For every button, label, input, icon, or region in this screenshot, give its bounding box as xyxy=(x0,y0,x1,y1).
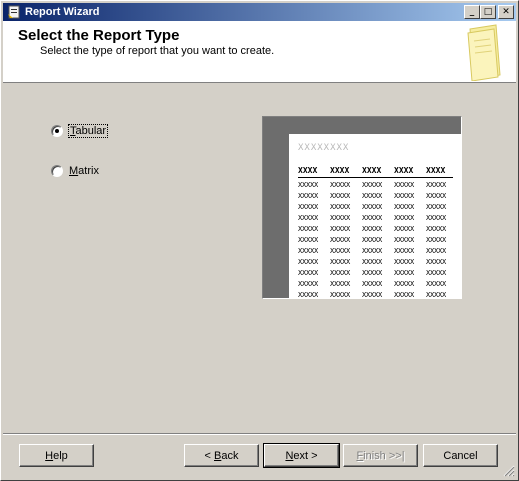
preview-cell: XXXXX xyxy=(298,181,319,189)
preview-page: XXXXXXXX XXXX XXXX XXXX XXXX XXXX XXXXX XXXXX… xyxy=(289,134,461,299)
radio-matrix-button[interactable] xyxy=(51,165,63,177)
preview-cell: XXXXX xyxy=(298,214,319,222)
preview-cell: XXXXX xyxy=(394,247,415,255)
close-button[interactable]: ✕ xyxy=(498,5,514,19)
preview-column-header: XXXX xyxy=(426,166,446,175)
finish-button: Finish >>| xyxy=(343,444,418,467)
preview-cell: XXXXX xyxy=(362,269,383,277)
preview-cell: XXXXX xyxy=(298,236,319,244)
preview-cell: XXXXX xyxy=(426,258,447,266)
preview-cell: XXXXX xyxy=(298,247,319,255)
preview-cell: XXXXX xyxy=(362,225,383,233)
preview-cell: XXXXX xyxy=(394,225,415,233)
preview-header-rule xyxy=(298,177,453,178)
help-button[interactable]: Help xyxy=(19,444,94,467)
preview-cell: XXXXX xyxy=(426,269,447,277)
radio-tabular[interactable]: Tabular xyxy=(51,124,109,138)
preview-cell: XXXXX xyxy=(330,181,351,189)
preview-cell: XXXXX xyxy=(330,280,351,288)
preview-cell: XXXXX xyxy=(362,214,383,222)
preview-cell: XXXXX xyxy=(298,291,319,299)
preview-column-header: XXXX xyxy=(298,166,318,175)
back-button[interactable]: < Back xyxy=(184,444,259,467)
preview-column-header: XXXX xyxy=(394,166,414,175)
preview-cell: XXXXX xyxy=(394,258,415,266)
page-title: Select the Report Type xyxy=(18,27,180,44)
preview-column-header: XXXX xyxy=(330,166,350,175)
preview-column-header: XXXX xyxy=(362,166,382,175)
preview-cell: XXXXX xyxy=(394,214,415,222)
wizard-header: Select the Report Type Select the type o… xyxy=(3,21,516,83)
preview-cell: XXXXX xyxy=(362,247,383,255)
preview-cell: XXXXX xyxy=(362,280,383,288)
preview-table: XXXX XXXX XXXX XXXX XXXX XXXXX XXXXX XXXXX XXXX… xyxy=(298,166,454,299)
preview-cell: XXXXX xyxy=(330,247,351,255)
preview-cell: XXXXX xyxy=(298,203,319,211)
preview-cell: XXXXX xyxy=(330,225,351,233)
preview-cell: XXXXX xyxy=(330,291,351,299)
preview-cell: XXXXX xyxy=(298,192,319,200)
minimize-icon: _ xyxy=(469,6,475,17)
preview-cell: XXXXX xyxy=(330,258,351,266)
preview-cell: XXXXX xyxy=(426,280,447,288)
preview-cell: XXXXX xyxy=(426,203,447,211)
minimize-button[interactable]: _ xyxy=(464,5,480,19)
preview-cell: XXXXX xyxy=(362,258,383,266)
page-subtitle: Select the type of report that you want … xyxy=(40,45,275,57)
close-icon: ✕ xyxy=(502,6,510,17)
preview-column: XXXXX XXXXX XXXXX XXXXX XXXXX XXXXX XXXXX XXXXX… xyxy=(298,180,326,299)
preview-cell: XXXXX xyxy=(298,280,319,288)
preview-cell: XXXXX xyxy=(426,181,447,189)
radio-matrix[interactable]: Matrix xyxy=(51,165,99,177)
next-button[interactable]: Next > xyxy=(263,443,340,468)
preview-cell: XXXXX xyxy=(362,192,383,200)
preview-column: XXXXX XXXXX XXXXX XXXXX XXXXX XXXXX XXXXX XXXXX… xyxy=(426,180,454,299)
radio-matrix-label: Matrix xyxy=(69,165,99,177)
preview-cell: XXXXX xyxy=(426,192,447,200)
preview-cell: XXXXX xyxy=(394,291,415,299)
preview-cell: XXXXX xyxy=(426,247,447,255)
preview-cell: XXXXX xyxy=(394,269,415,277)
preview-cell: XXXXX xyxy=(394,280,415,288)
preview-column: XXXXX XXXXX XXXXX XXXXX XXXXX XXXXX XXXXX XXXXX… xyxy=(362,180,390,299)
radio-tabular-button[interactable] xyxy=(51,125,63,137)
preview-cell: XXXXX xyxy=(298,269,319,277)
preview-cell: XXXXX xyxy=(426,236,447,244)
cancel-button[interactable]: Cancel xyxy=(423,444,498,467)
resize-grip-icon[interactable] xyxy=(503,465,515,477)
maximize-icon: □ xyxy=(483,6,493,17)
preview-title: XXXXXXXX xyxy=(298,143,350,153)
preview-cell: XXXXX xyxy=(330,192,351,200)
preview-cell: XXXXX xyxy=(362,181,383,189)
window-title: Report Wizard xyxy=(25,6,100,18)
preview-cell: XXXXX xyxy=(330,236,351,244)
preview-cell: XXXXX xyxy=(394,203,415,211)
report-document-icon xyxy=(466,23,502,82)
preview-cell: XXXXX xyxy=(330,203,351,211)
title-bar[interactable]: Report Wizard _ □ ✕ xyxy=(3,3,516,21)
radio-tabular-label: Tabular xyxy=(67,124,109,138)
preview-cell: XXXXX xyxy=(394,236,415,244)
preview-column: XXXXX XXXXX XXXXX XXXXX XXXXX XXXXX XXXXX XXXXX… xyxy=(394,180,422,299)
preview-cell: XXXXX xyxy=(330,269,351,277)
maximize-button[interactable]: □ xyxy=(480,5,496,19)
footer-separator xyxy=(3,433,516,435)
preview-column: XXXXX XXXXX XXXXX XXXXX XXXXX XXXXX XXXXX XXXXX… xyxy=(330,180,358,299)
preview-cell: XXXXX xyxy=(330,214,351,222)
preview-cell: XXXXX xyxy=(362,203,383,211)
preview-cell: XXXXX xyxy=(394,181,415,189)
preview-cell: XXXXX xyxy=(426,225,447,233)
preview-cell: XXXXX xyxy=(394,192,415,200)
wizard-app-icon xyxy=(6,4,22,20)
report-preview: XXXXXXXX XXXX XXXX XXXX XXXX XXXX XXXXX XXXXX… xyxy=(262,116,462,299)
preview-cell: XXXXX xyxy=(426,214,447,222)
preview-cell: XXXXX xyxy=(362,236,383,244)
preview-cell: XXXXX xyxy=(426,291,447,299)
report-wizard-window: Report Wizard _ □ ✕ Select the Report Ty… xyxy=(0,0,519,481)
preview-cell: XXXXX xyxy=(362,291,383,299)
preview-cell: XXXXX xyxy=(298,225,319,233)
preview-cell: XXXXX xyxy=(298,258,319,266)
